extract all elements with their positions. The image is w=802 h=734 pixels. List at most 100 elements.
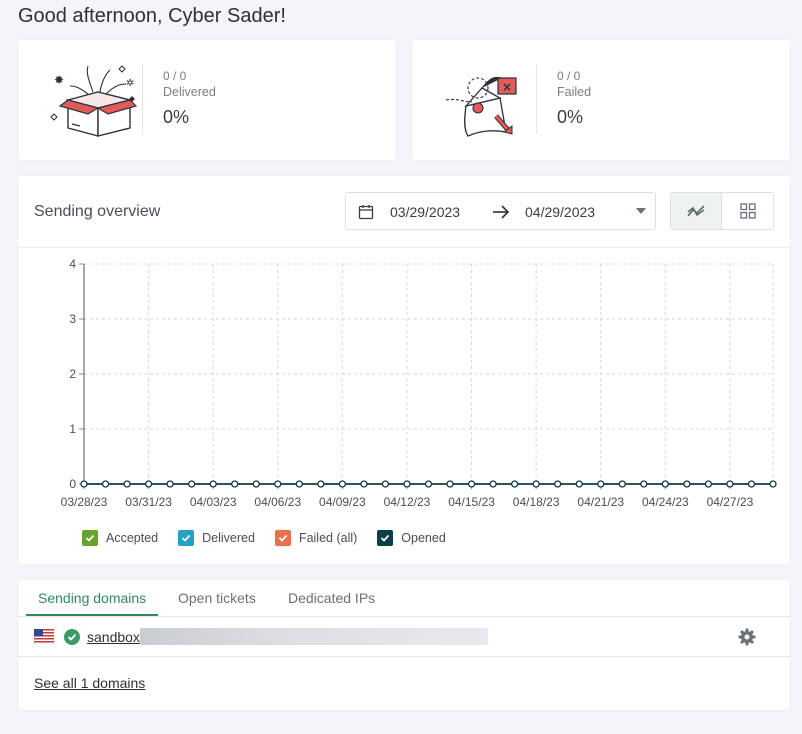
stat-divider [536,64,537,134]
legend-label: Accepted [106,531,159,545]
failed-fraction: 0 / 0 [557,69,581,83]
data-point [403,480,411,488]
failed-percent: 0% [557,107,584,127]
y-tick-label: 4 [69,257,76,271]
line-chart-icon [687,205,705,217]
chart-legend: Accepted Delivered Failed (all) Opened [82,530,466,546]
domains-tabs: Sending domains Open tickets Dedicated I… [18,580,790,617]
data-point [618,480,626,488]
data-point [166,480,174,488]
data-point [274,480,282,488]
checkbox-icon [377,530,394,546]
checkbox-icon [178,530,195,546]
data-point [467,480,476,488]
gear-icon[interactable] [738,628,756,646]
see-all-domains-link[interactable]: See all 1 domains [34,675,145,691]
data-point [360,480,368,488]
view-toggle [670,192,774,230]
sending-overview-panel: Sending overview 03/29/2023 04/29/2023 0… [18,176,790,564]
data-point [295,480,303,488]
x-tick-label: 04/03/23 [190,495,237,509]
x-tick-label: 03/28/23 [61,495,108,509]
date-from[interactable]: 03/29/2023 [390,204,460,220]
data-point [704,480,713,488]
x-tick-label: 04/06/23 [254,495,301,509]
overview-title: Sending overview [34,203,161,220]
overview-header: Sending overview 03/29/2023 04/29/2023 [18,176,790,248]
date-to[interactable]: 04/29/2023 [525,204,595,220]
data-point [317,480,325,488]
data-point [683,480,691,488]
data-point [769,480,777,488]
data-point [209,480,217,488]
arrow-right-icon [493,205,510,219]
verified-check-icon [64,629,80,645]
data-point [80,480,88,488]
svg-text:✸: ✸ [54,73,64,87]
data-point [510,480,519,488]
y-tick-label: 2 [69,367,76,381]
data-point [640,480,648,488]
data-point [532,480,540,488]
domains-panel: Sending domains Open tickets Dedicated I… [18,580,790,710]
y-tick-label: 0 [69,477,76,491]
grid-view-button[interactable] [722,193,773,229]
stat-divider [142,64,143,134]
date-range-picker[interactable]: 03/29/2023 04/29/2023 [345,192,656,230]
legend-label: Failed (all) [298,531,358,545]
legend-item[interactable]: Accepted [82,530,158,546]
data-point [231,480,239,488]
data-point [424,480,433,488]
calendar-icon [358,205,374,220]
tab-dedicated-ips[interactable]: Dedicated IPs [288,590,375,606]
active-tab-indicator [26,614,158,616]
tab-sending-domains[interactable]: Sending domains [38,590,146,606]
data-point [144,480,153,488]
checkbox-icon [82,530,98,546]
sending-overview-chart: 0 1 2 3 4 03/28/23 03/31/23 04/03/23 04/06/23 04/… [61,257,777,509]
x-tick-label: 04/12/23 [384,495,431,509]
legend-item[interactable]: Opened [377,530,446,546]
y-tick-label: 3 [69,312,76,326]
delivered-stat-card: ✸ ✲ 0 / 0 Delivered 0% [18,40,396,160]
open-box-illustration-icon: ✸ ✲ [50,65,138,137]
x-tick-label: 04/24/23 [642,495,689,509]
data-point [101,480,110,488]
failed-envelope-illustration-icon: × [445,76,517,137]
delivered-percent: 0% [163,107,190,127]
tab-open-tickets[interactable]: Open tickets [178,590,256,606]
failed-stat-card: × 0 / 0 Failed 0% [412,40,790,160]
x-tick-label: 04/15/23 [448,495,495,509]
grid-view-icon [739,203,756,219]
data-point [123,480,131,488]
svg-text:✲: ✲ [126,78,134,89]
data-point [554,480,562,488]
legend-item[interactable]: Failed (all) [274,530,358,546]
chevron-down-icon [636,208,646,214]
delivered-fraction: 0 / 0 [163,69,187,83]
legend-label: Opened [401,531,446,545]
x-tick-label: 04/09/23 [319,495,366,509]
data-point [597,480,605,488]
legend-label: Delivered [202,531,255,545]
failed-label: Failed [557,85,592,99]
delivered-label: Delivered [163,85,216,99]
data-point [446,480,454,488]
checkbox-icon [274,530,291,546]
y-tick-label: 1 [69,422,76,436]
data-point [338,480,347,488]
x-tick-label: 04/27/23 [707,495,754,509]
domain-link[interactable]: sandbox [87,629,140,645]
data-point [575,480,583,488]
data-point [747,480,756,488]
x-tick-label: 04/21/23 [577,495,624,509]
line-chart-view-button[interactable] [671,193,723,229]
data-point [726,480,734,488]
greeting-title: Good afternoon, Cyber Sader! [18,5,286,27]
x-tick-label: 03/31/23 [125,495,172,509]
redacted-domain-text [140,628,488,645]
legend-item[interactable]: Delivered [178,530,255,546]
x-tick-label: 04/18/23 [513,495,560,509]
data-point [188,480,196,488]
data-point [252,480,260,488]
